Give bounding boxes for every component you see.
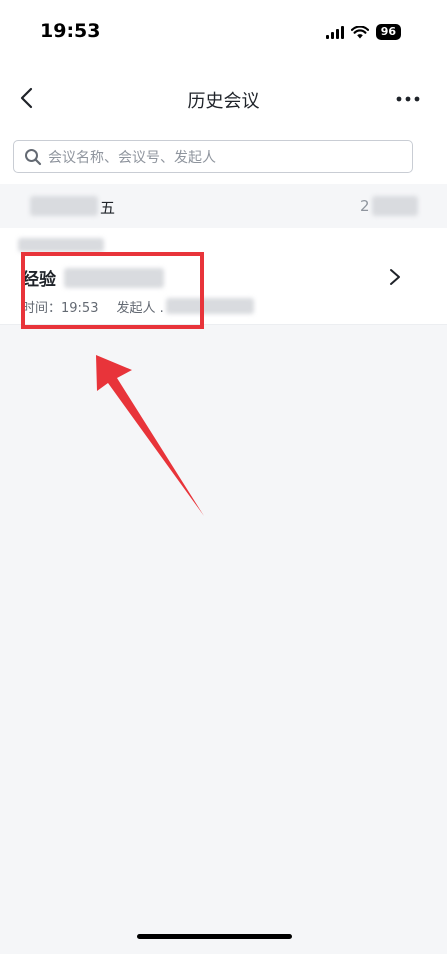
group-weekday: 五 xyxy=(100,199,116,217)
status-icons: 96 xyxy=(325,24,401,40)
page-title: 历史会议 xyxy=(187,91,260,112)
search-icon xyxy=(25,149,42,166)
redacted-year xyxy=(372,196,418,216)
group-year: 2 xyxy=(360,197,370,215)
home-indicator xyxy=(137,934,292,939)
redacted-date xyxy=(30,196,98,216)
battery-icon: 96 xyxy=(375,24,401,40)
chevron-right-icon xyxy=(390,269,400,285)
status-bar: 19:53 96 xyxy=(0,0,447,60)
date-group-header: 五 2 xyxy=(0,184,447,228)
status-time: 19:53 xyxy=(40,20,101,42)
search-box[interactable] xyxy=(13,140,413,174)
redacted-header xyxy=(18,238,104,252)
search-bar xyxy=(0,128,447,184)
cellular-signal-icon xyxy=(325,25,344,39)
more-options-icon[interactable] xyxy=(395,90,421,108)
wifi-icon xyxy=(350,25,369,38)
search-input[interactable] xyxy=(46,141,410,174)
highlight-box xyxy=(21,252,204,329)
nav-bar: 历史会议 xyxy=(0,60,447,136)
